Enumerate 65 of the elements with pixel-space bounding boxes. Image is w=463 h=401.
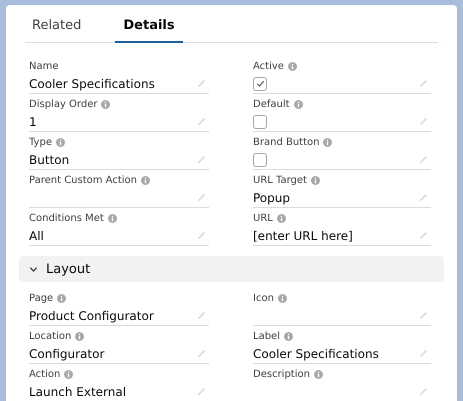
info-icon[interactable] bbox=[323, 138, 332, 147]
field-label: Location bbox=[29, 331, 72, 342]
info-icon[interactable] bbox=[57, 294, 66, 303]
field-value: Popup bbox=[253, 190, 290, 204]
info-icon[interactable] bbox=[56, 138, 65, 147]
checkbox[interactable] bbox=[253, 114, 267, 128]
field-value: Configurator bbox=[29, 346, 104, 360]
field-label: Default bbox=[253, 99, 290, 110]
section-header[interactable]: Layout bbox=[19, 256, 444, 282]
field-label: Name bbox=[29, 61, 59, 72]
field-value: [enter URL here] bbox=[253, 228, 353, 242]
pencil-icon[interactable] bbox=[418, 116, 429, 127]
field-value: Cooler Specifications bbox=[253, 346, 379, 360]
pencil-icon[interactable] bbox=[196, 116, 207, 127]
pencil-icon[interactable] bbox=[418, 78, 429, 89]
field-label: Conditions Met bbox=[29, 213, 104, 224]
checkbox[interactable] bbox=[253, 152, 267, 166]
field-value: Button bbox=[29, 152, 70, 166]
pencil-icon[interactable] bbox=[196, 348, 207, 359]
info-icon[interactable] bbox=[284, 332, 293, 341]
field-value: All bbox=[29, 228, 44, 242]
info-icon[interactable] bbox=[314, 370, 323, 379]
pencil-icon[interactable] bbox=[196, 192, 207, 203]
field-label: Brand Button bbox=[253, 137, 320, 148]
field-label: URL bbox=[253, 213, 273, 224]
field-label: Display Order bbox=[29, 99, 98, 110]
pencil-icon[interactable] bbox=[196, 154, 207, 165]
pencil-icon[interactable] bbox=[418, 230, 429, 241]
info-icon[interactable] bbox=[101, 100, 110, 109]
info-icon[interactable] bbox=[141, 176, 150, 185]
field-label: Type bbox=[29, 137, 52, 148]
tab[interactable]: Details bbox=[115, 5, 183, 43]
tab[interactable]: Related bbox=[25, 5, 97, 43]
checkmark-icon bbox=[254, 78, 266, 89]
info-icon[interactable] bbox=[278, 294, 287, 303]
field-label: Icon bbox=[253, 293, 274, 304]
field-label: Action bbox=[29, 369, 60, 380]
field-value: Launch External bbox=[29, 384, 126, 398]
info-icon[interactable] bbox=[288, 62, 297, 71]
field-label: Page bbox=[29, 293, 54, 304]
pencil-icon[interactable] bbox=[196, 386, 207, 397]
pencil-icon[interactable] bbox=[196, 230, 207, 241]
info-icon[interactable] bbox=[108, 214, 117, 223]
info-icon[interactable] bbox=[294, 100, 303, 109]
checkbox[interactable] bbox=[253, 76, 267, 90]
field-label: URL Target bbox=[253, 175, 307, 186]
info-icon[interactable] bbox=[75, 332, 84, 341]
field-value: Cooler Specifications bbox=[29, 76, 155, 90]
field-label: Description bbox=[253, 369, 310, 380]
pencil-icon[interactable] bbox=[196, 310, 207, 321]
field-value: 1 bbox=[29, 114, 37, 128]
field-label: Active bbox=[253, 61, 284, 72]
chevron-icon bbox=[29, 264, 38, 274]
field-value: Product Configurator bbox=[29, 308, 154, 322]
pencil-icon[interactable] bbox=[418, 192, 429, 203]
pencil-icon[interactable] bbox=[418, 386, 429, 397]
info-icon[interactable] bbox=[310, 176, 320, 185]
pencil-icon[interactable] bbox=[418, 310, 429, 321]
info-icon[interactable] bbox=[64, 370, 74, 379]
info-icon[interactable] bbox=[276, 214, 286, 223]
field-label: Parent Custom Action bbox=[29, 175, 137, 186]
pencil-icon[interactable] bbox=[418, 154, 429, 165]
pencil-icon[interactable] bbox=[196, 78, 207, 89]
pencil-icon[interactable] bbox=[418, 348, 429, 359]
field-label: Label bbox=[253, 331, 280, 342]
